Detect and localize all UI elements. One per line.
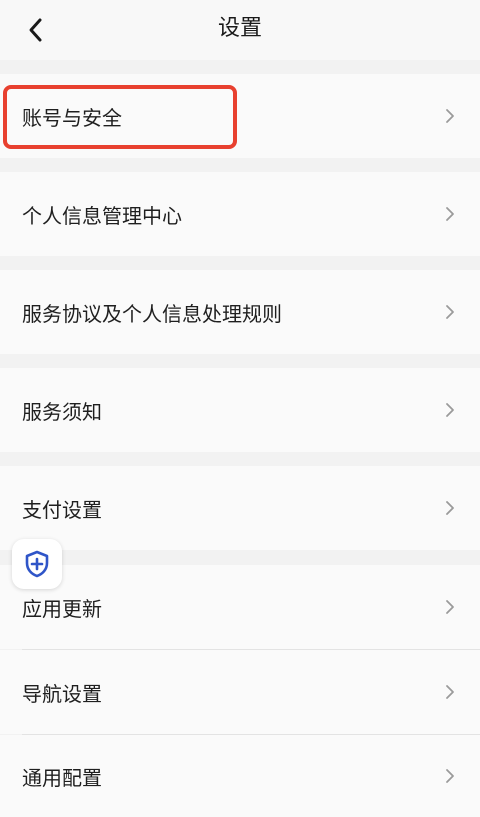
- settings-item-label: 支付设置: [22, 497, 102, 522]
- settings-item-navigation[interactable]: 导航设置: [0, 650, 480, 734]
- settings-item-account-security[interactable]: 账号与安全: [0, 74, 480, 158]
- settings-item-label: 通用配置: [22, 765, 102, 790]
- security-shield-button[interactable]: [12, 539, 62, 589]
- settings-screen: 设置 账号与安全 个人信息管理中心 服务协议及个人信息处理规则 服务须知 支付设…: [0, 0, 480, 817]
- settings-item-app-update[interactable]: 应用更新: [0, 565, 480, 649]
- chevron-right-icon: [446, 600, 454, 614]
- settings-item-general-config[interactable]: 通用配置: [0, 735, 480, 817]
- chevron-right-icon: [446, 769, 454, 783]
- chevron-right-icon: [446, 685, 454, 699]
- chevron-right-icon: [446, 109, 454, 123]
- chevron-right-icon: [446, 501, 454, 515]
- page-title: 设置: [217, 16, 262, 41]
- settings-item-label: 服务须知: [22, 399, 102, 424]
- settings-item-service-notice[interactable]: 服务须知: [0, 368, 480, 452]
- chevron-right-icon: [446, 207, 454, 221]
- settings-item-label: 个人信息管理中心: [22, 203, 182, 228]
- settings-item-label: 账号与安全: [22, 105, 122, 130]
- settings-item-label: 导航设置: [22, 681, 102, 706]
- settings-item-payment[interactable]: 支付设置: [0, 466, 480, 550]
- header-bar: 设置: [0, 0, 480, 60]
- chevron-right-icon: [446, 403, 454, 417]
- settings-item-personal-info-center[interactable]: 个人信息管理中心: [0, 172, 480, 256]
- chevron-right-icon: [446, 305, 454, 319]
- settings-item-service-agreement[interactable]: 服务协议及个人信息处理规则: [0, 270, 480, 354]
- settings-item-label: 服务协议及个人信息处理规则: [22, 301, 282, 326]
- shield-plus-icon: [25, 550, 49, 578]
